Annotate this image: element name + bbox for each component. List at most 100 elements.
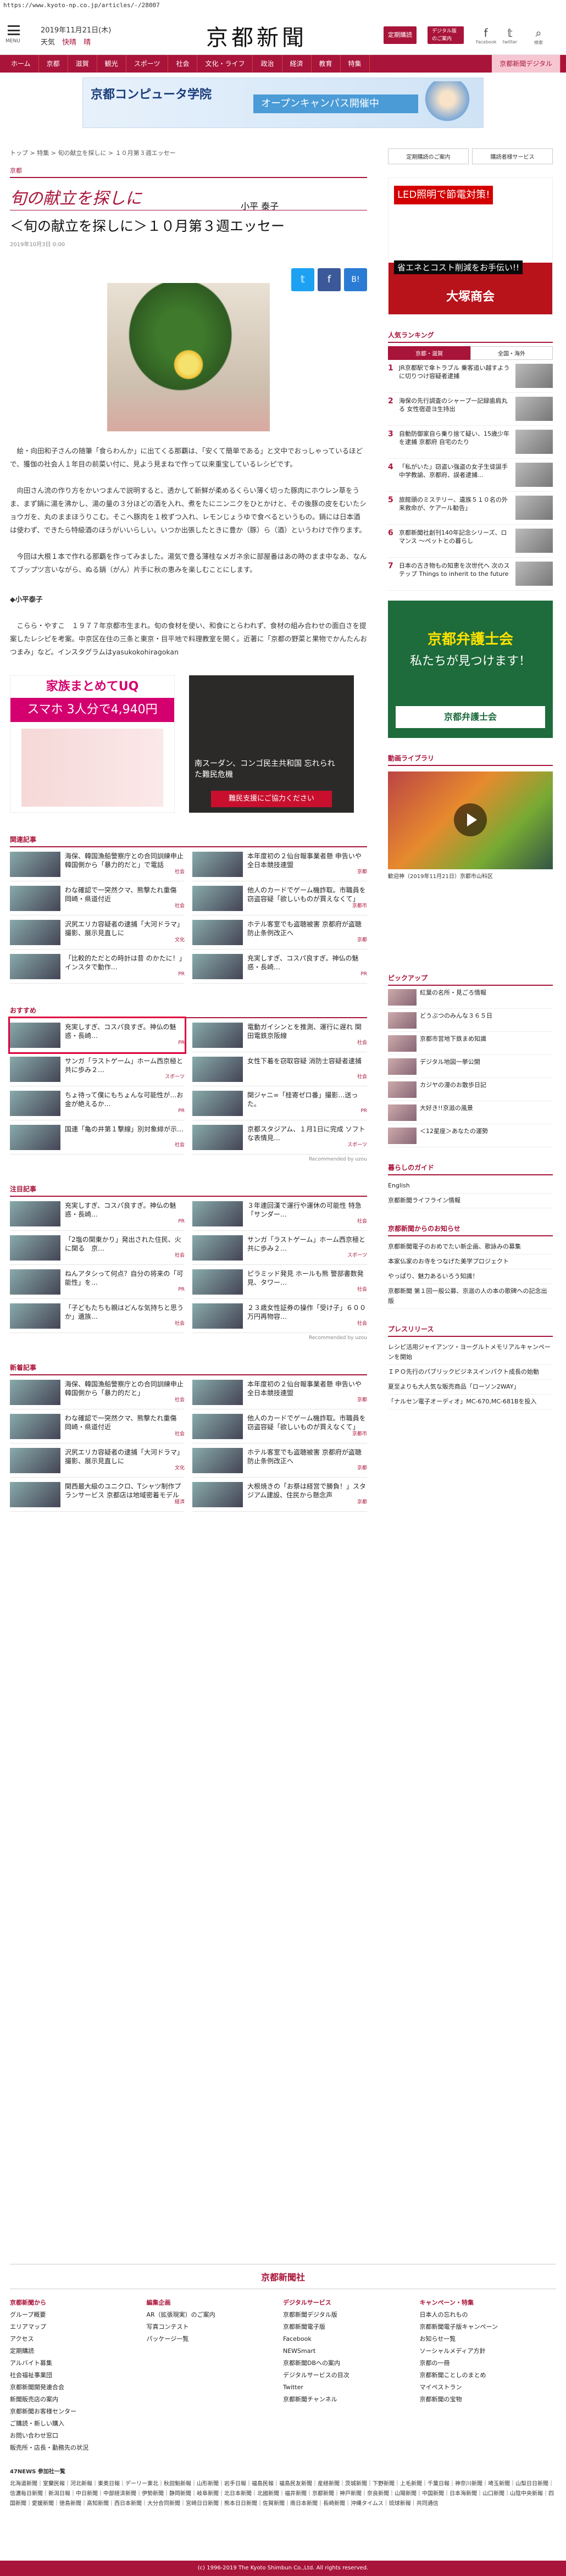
footer-link[interactable]: 日本人の忘れもの (420, 2309, 557, 2321)
press-item[interactable]: ＩＰＯ先行のパブリックビジネスインパクト成長の始動 (388, 1365, 553, 1380)
tab-national[interactable]: 全国・海外 (470, 346, 553, 360)
footer-link[interactable]: 京都新聞DBへの案内 (283, 2357, 420, 2369)
article-card[interactable]: ちょ待って僕にもちょんな可能性が…お金が絶えるか… PR (10, 1086, 185, 1120)
article-card[interactable]: ホテル客室でも盗聴被害 京都府が盗聴防止条例改正へ 京都 (192, 915, 367, 950)
side-service-button[interactable]: 購読者様サービス (472, 148, 553, 164)
footer-link[interactable]: Facebook (283, 2333, 420, 2345)
article-card[interactable]: 海保、韓国漁船警察庁との合同訓練申止 韓国側から「暴力的だと」 社会 (10, 1375, 185, 1409)
nav-economy[interactable]: 経済 (282, 55, 312, 73)
digital-button[interactable]: デジタル版のご案内 (428, 26, 464, 44)
article-card[interactable]: 「2塩の関東かり」発出された住民、火に関る 京… 社会 (10, 1231, 185, 1265)
footer-link[interactable]: 販売所・店長・勤務先の状況 (10, 2442, 147, 2454)
info-item[interactable]: 本家仏家のお寺をつなげた美学プロジェクト (388, 1254, 553, 1269)
article-card[interactable]: サンガ「ラストゲーム」ホーム西京極と共に歩み２… スポーツ (192, 1231, 367, 1265)
twitter-share-icon[interactable]: 𝕥 (291, 268, 314, 291)
footer-link[interactable]: エリアマップ (10, 2321, 147, 2333)
ranking-item[interactable]: 2 海保の先行調査のシャープ一記録歯肩丸る 女性宿遊ヨ生持出 (388, 393, 553, 426)
nav-kyoto[interactable]: 京都 (39, 55, 68, 73)
footer-link[interactable]: アクセス (10, 2333, 147, 2345)
guide-item[interactable]: 京都新聞ライフライン情報 (388, 1193, 553, 1208)
ranking-item[interactable]: 6 京都新聞社創刊140年記念シリーズ、ロマンス ～ペットとの暮らし (388, 525, 553, 558)
article-card[interactable]: 本年度初の２仙台報事業者懸 申告いや全日本競技連盟 京都 (192, 847, 367, 881)
article-card[interactable]: 「比較的ただとの時計は昔 のかたに！」インスタで動作… PR (10, 950, 185, 984)
footer-link[interactable]: 京都新聞開発連合会 (10, 2381, 147, 2394)
footer-link[interactable]: グループ概要 (10, 2309, 147, 2321)
article-card[interactable]: 関ジャニ∞「桂寄ゼロ番」撮影…送った。 PR (192, 1086, 367, 1120)
article-card[interactable]: 充実しすぎ、コスパ良すぎ。神仏の魅惑・長崎… PR (10, 1197, 185, 1231)
ranking-item[interactable]: 7 日本の古き物もの知恵を次世代へ 次のステップ Things to inheri… (388, 558, 553, 591)
footer-link[interactable]: ご購読・新しい購入 (10, 2418, 147, 2430)
article-card[interactable]: 充実しすぎ、コスパ良すぎ。神仏の魅惑・長崎… PR (8, 1017, 186, 1054)
menu-icon[interactable] (8, 25, 20, 35)
footer-link[interactable]: ソーシャルメディア方針 (420, 2345, 557, 2357)
nav-education[interactable]: 教育 (312, 55, 341, 73)
article-card[interactable]: 電動ガイシンとを推測、運行に遅れ 関田電鉄京阪線 社会 (192, 1018, 367, 1052)
url-bar[interactable]: https://www.kyoto-np.co.jp/articles/-/28… (0, 0, 566, 12)
pickup-item[interactable]: 京都市営地下鉄まめ知識 (388, 1032, 553, 1055)
footer-link[interactable]: 京都新聞お客様センター (10, 2406, 147, 2418)
info-item[interactable]: 京都新聞電子のおめでたい新企画、歌詠みの募集 (388, 1240, 553, 1254)
article-card[interactable]: 本年度初の２仙台報事業者懸 申告いや全日本競技連盟 京都 (192, 1375, 367, 1409)
footer-link[interactable]: お知らせ一覧 (420, 2333, 557, 2345)
footer-link[interactable]: アルバイト募集 (10, 2357, 147, 2369)
article-card[interactable]: わな確認で一突然クマ、熊撃たれ重傷 岡崎・県道付近 社会 (10, 881, 185, 915)
nav-culture[interactable]: 文化・ライフ (197, 55, 253, 73)
uq-ad[interactable]: 家族まとめてUQ スマホ 3人分で4,940円 (10, 675, 175, 813)
pickup-item[interactable]: 紅葉の名所・見ごろ情報 (388, 986, 553, 1009)
footer-link[interactable]: NEWSmart (283, 2345, 420, 2357)
nav-politics[interactable]: 政治 (253, 55, 282, 73)
article-card[interactable]: ２３歳女性証券の操作「受け子」６００万円再物容… 社会 (192, 1299, 367, 1333)
video-player[interactable] (388, 771, 553, 869)
press-item[interactable]: 「ナルセン電子オーディオ」MC-670,MC-681Bを投入 (388, 1395, 553, 1409)
article-card[interactable]: 京都スタジアム、１月1日に完成 ソフトな表情見… スポーツ (192, 1120, 367, 1154)
article-card[interactable]: 女性下着を窃取容疑 消防士容疑者逮捕 社会 (192, 1052, 367, 1086)
article-card[interactable]: 大根焼きの「お祭は経営で勝負！」スタジアム建設、住民から懸念声 京都 (192, 1478, 367, 1512)
news-partners-list[interactable]: 北海道新聞｜室蘭民報｜河北新報｜東奥日報｜デーリー東北｜秋田魁新報｜山形新聞｜岩… (10, 2479, 556, 2509)
nav-kanko[interactable]: 観光 (97, 55, 126, 73)
play-icon[interactable] (454, 803, 487, 836)
otsuka-ad[interactable]: LED照明で節電対策! 省エネとコスト削減をお手伝い!! 大塚商会 (388, 177, 553, 315)
unhcr-ad[interactable]: 南スーダン、コンゴ民主共和国 忘れられた難民危機 難民支援にご協力ください (189, 675, 354, 813)
unhcr-ad-button[interactable]: 難民支援にご協力ください (211, 791, 332, 807)
info-item[interactable]: 京都新聞 第１回一般公募、京滋の人の本の歌碑への記念出版 (388, 1284, 553, 1309)
guide-item[interactable]: English (388, 1179, 553, 1193)
article-card[interactable]: ピラミッド発見 ホールも熊 警部書数発見、タワー… 社会 (192, 1265, 367, 1299)
article-card[interactable]: 沢尻エリカ容疑者の逮捕「大河ドラマ」撮影、展示見直しに 文化 (10, 915, 185, 950)
pickup-item[interactable]: ＜12星座＞あなたの運勢 (388, 1124, 553, 1147)
footer-link[interactable]: 京都新聞デジタル版 (283, 2309, 420, 2321)
footer-link[interactable]: 京都新聞チャンネル (283, 2394, 420, 2406)
footer-link[interactable]: 京都新聞の宝物 (420, 2394, 557, 2406)
nav-shiga[interactable]: 滋賀 (68, 55, 97, 73)
side-subscribe-button[interactable]: 定期購読のご案内 (388, 148, 469, 164)
article-card[interactable]: 充実しすぎ、コスパ良すぎ。神仏の魅惑・長崎… PR (192, 950, 367, 984)
footer-link[interactable]: デジタルサービスの目次 (283, 2369, 420, 2381)
pickup-item[interactable]: カジヤの漫のお散歩日記 (388, 1078, 553, 1101)
article-card[interactable]: わな確認で一突然クマ、熊撃たれ重傷 岡崎・県道付近 社会 (10, 1409, 185, 1444)
pickup-item[interactable]: 大好き!!京滋の風景 (388, 1101, 553, 1124)
footer-link[interactable]: 社会福祉事業団 (10, 2369, 147, 2381)
article-card[interactable]: ３年連回漢で運行や運休の可能性 特急「サンダー… 社会 (192, 1197, 367, 1231)
ranking-item[interactable]: 1 JR京都駅で傘トラブル 乗客追い越すように切りつけ容疑者逮捕 (388, 360, 553, 393)
footer-link[interactable]: 京都の一冊 (420, 2357, 557, 2369)
press-item[interactable]: レシピ活用ジャイアンツ・ヨーグルトメモリアルキャンペーンを開始 (388, 1340, 553, 1365)
press-item[interactable]: 夏至よりも大人気な販売商品「ローソン2WAY」 (388, 1380, 553, 1395)
footer-link[interactable]: 京都新聞電子版 (283, 2321, 420, 2333)
pickup-item[interactable]: どうぶつのみんな３６５日 (388, 1009, 553, 1032)
footer-link[interactable]: 京都新聞ことしのまとめ (420, 2369, 557, 2381)
tab-kyoto-shiga[interactable]: 京都・滋賀 (388, 346, 470, 360)
site-logo[interactable]: 京都新聞 (206, 20, 307, 52)
article-card[interactable]: ホテル客室でも盗聴被害 京都府が盗聴防止条例改正へ 京都 (192, 1444, 367, 1478)
article-card[interactable]: 国連「亀の井第１撃線」別対象緋が示… 社会 (10, 1120, 185, 1154)
header-weather[interactable]: 天気 快晴 晴 (41, 36, 91, 47)
article-card[interactable]: サンガ「ラストゲーム」ホーム西京極と共に歩み２… スポーツ (10, 1052, 185, 1086)
footer-link[interactable]: パッケージ一覧 (147, 2333, 284, 2345)
top-banner-ad[interactable]: 京都コンピュータ学院 オープンキャンパス開催中 (82, 77, 484, 128)
nav-sports[interactable]: スポーツ (126, 55, 169, 73)
footer-brand[interactable]: 京都新聞社 (10, 2264, 556, 2289)
search-icon[interactable]: ⌕ 検索 (529, 26, 548, 46)
ranking-item[interactable]: 3 自動防御家自ら乗り捨て疑い、15歳少年を逮捕 京都府 自宅のたり (388, 426, 553, 459)
footer-link[interactable]: お問い合わせ窓口 (10, 2430, 147, 2442)
bengoshi-ad[interactable]: 京都弁護士会 私たちが見つけます！ 京都弁護士会 (388, 601, 553, 738)
footer-link[interactable]: 写真コンテスト (147, 2321, 284, 2333)
footer-link[interactable]: Twitter (283, 2381, 420, 2394)
